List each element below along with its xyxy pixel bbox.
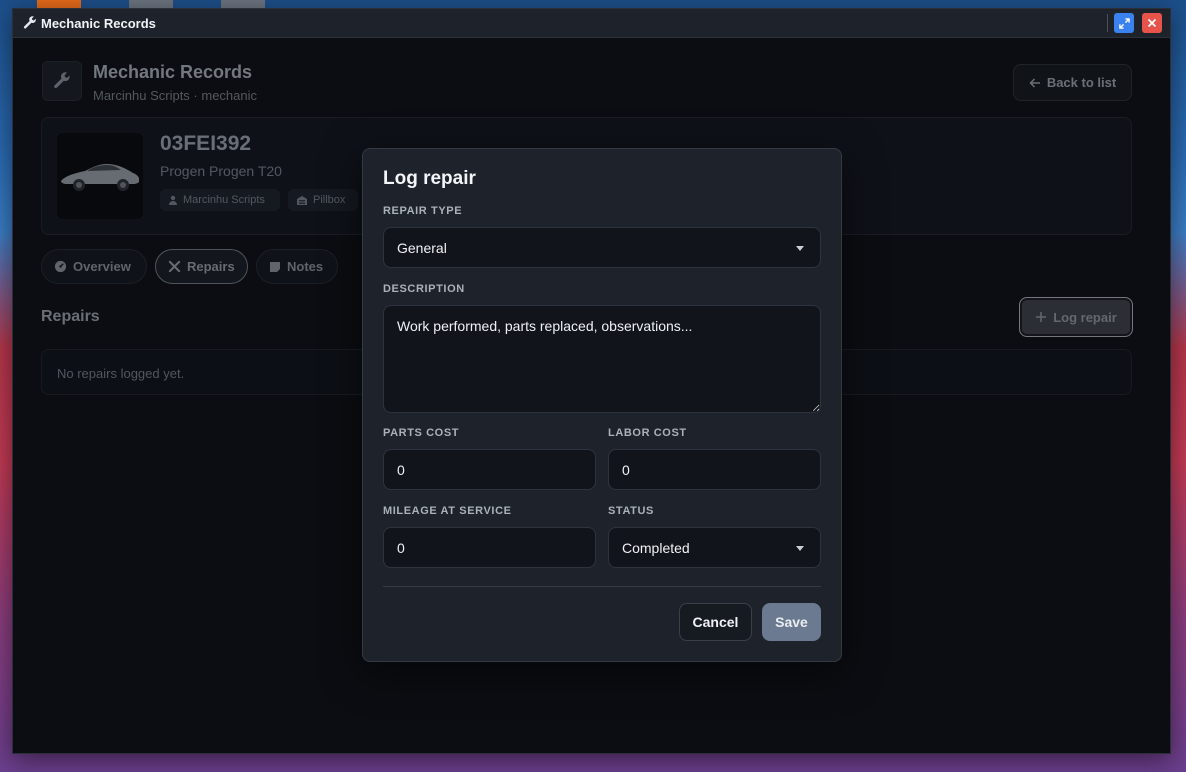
labor-cost-label: LABOR COST	[608, 427, 687, 439]
mileage-label: MILEAGE AT SERVICE	[383, 505, 512, 517]
status-label: STATUS	[608, 505, 654, 517]
taskbar-app-1[interactable]	[37, 0, 81, 8]
maximize-button[interactable]	[1114, 13, 1134, 33]
expand-icon	[1118, 17, 1130, 29]
modal-title: Log repair	[383, 168, 476, 189]
status-select[interactable]: Completed	[608, 527, 821, 568]
labor-cost-input[interactable]	[608, 449, 821, 490]
title-bar[interactable]: Mechanic Records	[13, 9, 1170, 38]
repair-type-value: General	[397, 239, 447, 256]
cancel-button[interactable]: Cancel	[679, 603, 752, 641]
taskbar-app-2[interactable]	[129, 0, 173, 8]
chevron-down-icon	[796, 545, 804, 551]
repair-type-select[interactable]: General	[383, 227, 821, 268]
repair-type-label: REPAIR TYPE	[383, 205, 463, 217]
parts-cost-input[interactable]	[383, 449, 596, 490]
parts-cost-label: PARTS COST	[383, 427, 460, 439]
titlebar-divider	[1107, 14, 1108, 32]
log-repair-modal: Log repair REPAIR TYPE General DESCRIPTI…	[362, 148, 842, 662]
taskbar-app-3[interactable]	[221, 0, 265, 8]
description-textarea[interactable]	[383, 305, 821, 413]
mileage-input[interactable]	[383, 527, 596, 568]
close-icon	[1147, 18, 1157, 28]
modal-divider	[383, 586, 821, 587]
description-label: DESCRIPTION	[383, 283, 465, 295]
wrench-icon	[23, 16, 37, 30]
main-content: Mechanic Records Marcinhu Scripts · mech…	[13, 38, 1170, 753]
status-value: Completed	[622, 539, 690, 556]
chevron-down-icon	[796, 245, 804, 251]
window-title: Mechanic Records	[41, 15, 156, 31]
close-button[interactable]	[1142, 13, 1162, 33]
save-button[interactable]: Save	[762, 603, 821, 641]
app-window: Mechanic Records Mechanic Records Marcin…	[12, 8, 1171, 754]
